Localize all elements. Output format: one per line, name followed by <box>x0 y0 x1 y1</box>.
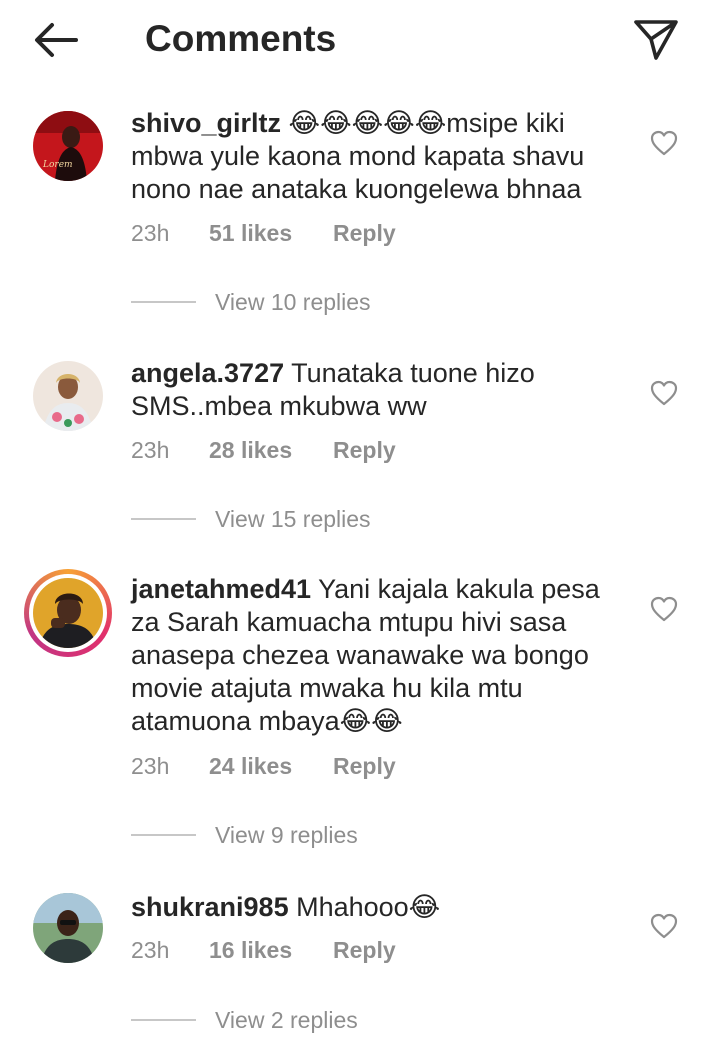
view-replies-label[interactable]: View 9 replies <box>215 820 358 850</box>
reply-button[interactable]: Reply <box>333 435 396 465</box>
reply-button[interactable]: Reply <box>333 218 396 248</box>
likes-count[interactable]: 16 likes <box>209 935 292 965</box>
replies-divider <box>131 834 196 836</box>
avatar <box>33 578 103 648</box>
back-button[interactable] <box>30 16 82 64</box>
likes-count[interactable]: 51 likes <box>209 218 292 248</box>
likes-count[interactable]: 24 likes <box>209 751 292 781</box>
avatar-ring-gap <box>29 574 107 652</box>
comment-time: 23h <box>131 753 170 779</box>
reply-button[interactable]: Reply <box>333 751 396 781</box>
comment-username[interactable]: shivo_girltz <box>131 108 281 138</box>
share-button[interactable] <box>630 14 682 66</box>
avatar[interactable] <box>33 361 103 431</box>
svg-text:Lorem: Lorem <box>42 160 73 170</box>
comment-username[interactable]: angela.3727 <box>131 358 284 388</box>
replies-divider <box>131 1019 196 1021</box>
replies-divider <box>131 518 196 520</box>
comment-body: Mhahooo😂 <box>288 892 441 922</box>
avatar-with-story-ring[interactable] <box>24 569 112 657</box>
comment-time: 23h <box>131 220 170 246</box>
like-heart-icon[interactable] <box>650 380 678 406</box>
like-heart-icon[interactable] <box>650 596 678 622</box>
comment-username[interactable]: shukrani985 <box>131 892 289 922</box>
avatar[interactable]: Lorem <box>33 111 103 181</box>
likes-count[interactable]: 28 likes <box>209 435 292 465</box>
comment-time: 23h <box>131 437 170 463</box>
reply-button[interactable]: Reply <box>333 935 396 965</box>
avatar[interactable] <box>33 893 103 963</box>
comment-text: shukrani985 Mhahooo😂 <box>131 891 621 924</box>
comment-text: janetahmed41 Yani kajala kakula pesa za … <box>131 573 621 738</box>
page-title: Comments <box>145 18 337 59</box>
comment-time: 23h <box>131 937 170 963</box>
view-replies-label[interactable]: View 15 replies <box>215 504 371 534</box>
paper-plane-icon <box>634 20 678 60</box>
like-heart-icon[interactable] <box>650 130 678 156</box>
like-heart-icon[interactable] <box>650 913 678 939</box>
top-bar: Comments <box>0 0 720 80</box>
comment-text: shivo_girltz 😂😂😂😂😂msipe kiki mbwa yule k… <box>131 107 621 206</box>
view-replies-label[interactable]: View 10 replies <box>215 287 371 317</box>
arrow-left-icon <box>35 23 78 57</box>
replies-divider <box>131 301 196 303</box>
view-replies-label[interactable]: View 2 replies <box>215 1005 358 1035</box>
comment-username[interactable]: janetahmed41 <box>131 574 311 604</box>
comment-text: angela.3727 Tunataka tuone hizo SMS..mbe… <box>131 357 621 423</box>
